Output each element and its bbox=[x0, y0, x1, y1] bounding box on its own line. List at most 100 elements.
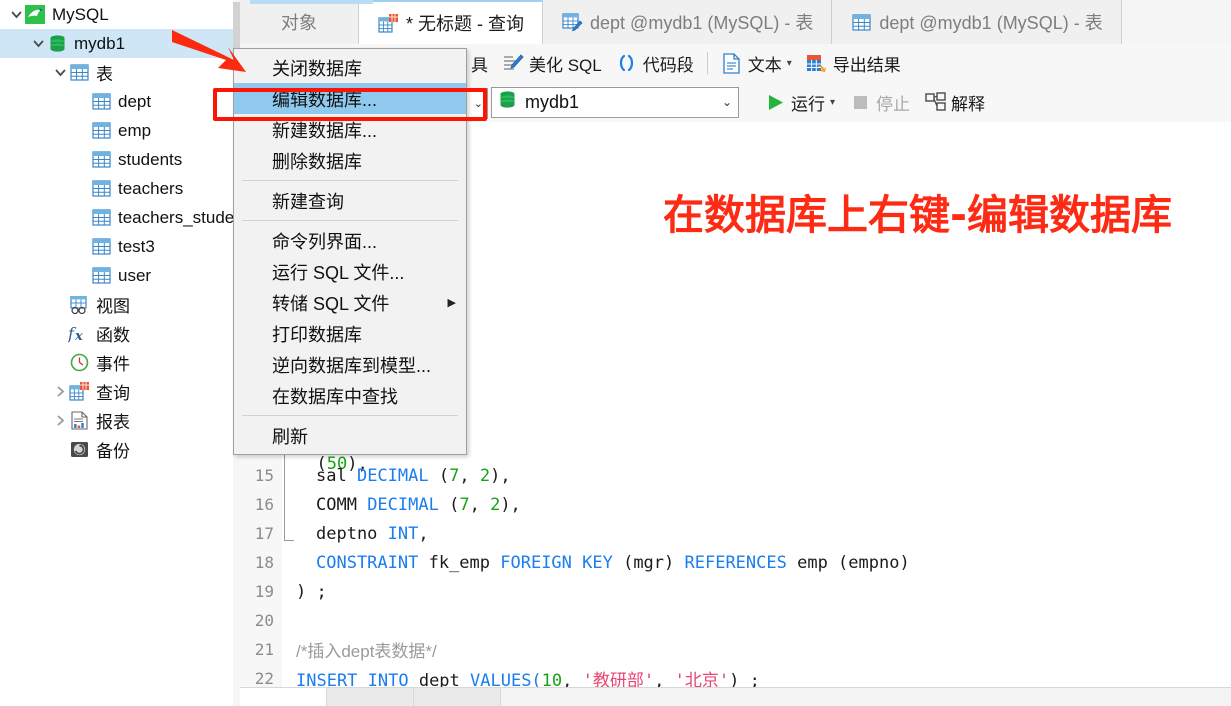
beautify-sql-label: 美化 SQL bbox=[529, 55, 602, 75]
menu-item-5[interactable]: 命令列界面... bbox=[234, 225, 466, 256]
tree-item-test3[interactable]: test3 bbox=[0, 232, 240, 261]
tree-item-MySQL[interactable]: MySQL bbox=[0, 0, 240, 29]
tab-1[interactable]: * 无标题 - 查询 bbox=[359, 0, 544, 44]
export-result-button[interactable]: 导出结果 bbox=[799, 48, 908, 78]
play-triangle-icon bbox=[764, 91, 786, 113]
tab-selection-strip bbox=[250, 0, 373, 4]
menu-item-3[interactable]: 删除数据库 bbox=[234, 145, 466, 176]
code-line[interactable]: 21 /*插入dept表数据*/ bbox=[240, 635, 1231, 664]
chevron-down-icon[interactable] bbox=[52, 65, 68, 81]
code-token: ), bbox=[500, 494, 521, 515]
menu-item-9[interactable]: 逆向数据库到模型... bbox=[234, 349, 466, 380]
explain-button[interactable]: 解释 bbox=[917, 87, 992, 117]
chevron-down-icon[interactable] bbox=[8, 7, 24, 23]
result-tab-strip[interactable] bbox=[240, 687, 1231, 706]
code-line[interactable]: 18 CONSTRAINT fk_emp FOREIGN KEY (mgr) RE… bbox=[240, 548, 1231, 577]
menu-item-label: 转储 SQL 文件 bbox=[272, 293, 390, 314]
document-text-icon bbox=[721, 52, 743, 74]
table-icon bbox=[90, 150, 112, 170]
code-line[interactable]: 22 INSERT INTO dept VALUES(10, '教研部', '北京… bbox=[240, 664, 1231, 688]
line-number: 19 bbox=[254, 582, 274, 601]
query-icon bbox=[377, 13, 399, 33]
chevron-right-icon[interactable] bbox=[52, 384, 68, 400]
tree-item-label: 查询 bbox=[96, 384, 130, 403]
database-select[interactable]: mydb1 ⌄ bbox=[491, 86, 739, 118]
tree-item-备份[interactable]: 备份 bbox=[0, 435, 240, 464]
editor-tab-strip[interactable]: 对象 * 无标题 - 查询 dept @mydb1 (MySQL) - 表 dept … bbox=[240, 0, 1231, 45]
tree-item-teachers[interactable]: teachers bbox=[0, 174, 240, 203]
tree-item-label: 报表 bbox=[96, 413, 130, 432]
menu-item-0[interactable]: 关闭数据库 bbox=[234, 52, 466, 83]
tree-item-视图[interactable]: 视图 bbox=[0, 290, 240, 319]
code-token: , bbox=[459, 465, 480, 486]
tools-button[interactable]: 具 bbox=[464, 48, 495, 78]
code-line[interactable]: 15 sal DECIMAL (7, 2), bbox=[240, 461, 1231, 490]
beautify-sql-button[interactable]: 美化 SQL bbox=[495, 48, 609, 78]
chevron-right-icon[interactable] bbox=[52, 413, 68, 429]
chevron-down-icon[interactable]: ▾ bbox=[787, 58, 792, 69]
menu-item-11[interactable]: 刷新 bbox=[234, 420, 466, 451]
menu-item-8[interactable]: 打印数据库 bbox=[234, 318, 466, 349]
code-line[interactable]: 17 deptno INT, bbox=[240, 519, 1231, 548]
code-token: '教研部' bbox=[582, 671, 655, 688]
result-tab[interactable] bbox=[414, 688, 501, 706]
tree-item-label: 事件 bbox=[96, 355, 130, 374]
menu-item-label: 打印数据库 bbox=[272, 324, 362, 345]
mysql-dolphin-icon bbox=[24, 5, 46, 25]
export-table-icon bbox=[806, 52, 828, 74]
tree-item-user[interactable]: user bbox=[0, 261, 240, 290]
code-token: CONSTRAINT bbox=[316, 552, 429, 573]
menu-item-6[interactable]: 运行 SQL 文件... bbox=[234, 256, 466, 287]
tree-item-dept[interactable]: dept bbox=[0, 87, 240, 116]
code-token: ), bbox=[490, 465, 511, 486]
chevron-down-icon[interactable]: ⌄ bbox=[722, 95, 732, 109]
text-button[interactable]: 文本 ▾ bbox=[714, 48, 799, 78]
tab-2[interactable]: dept @mydb1 (MySQL) - 表 bbox=[543, 0, 833, 44]
code-line[interactable]: 20 bbox=[240, 606, 1231, 635]
svg-text:x: x bbox=[74, 329, 83, 343]
tree-item-teachers_stude[interactable]: teachers_stude bbox=[0, 203, 240, 232]
menu-item-4[interactable]: 新建查询 bbox=[234, 185, 466, 216]
code-line[interactable]: 19) ; bbox=[240, 577, 1231, 606]
tab-3[interactable]: dept @mydb1 (MySQL) - 表 bbox=[832, 0, 1122, 44]
result-tab[interactable] bbox=[327, 688, 414, 706]
table-icon bbox=[90, 92, 112, 112]
tree-item-emp[interactable]: emp bbox=[0, 116, 240, 145]
code-token: DECIMAL bbox=[356, 465, 439, 486]
red-arrow-annotation bbox=[172, 26, 250, 83]
tree-item-函数[interactable]: f x 函数 bbox=[0, 319, 240, 348]
table-icon bbox=[90, 266, 112, 286]
code-text: CONSTRAINT fk_emp FOREIGN KEY (mgr) REFE… bbox=[282, 553, 910, 573]
line-number: 21 bbox=[254, 640, 274, 659]
tree-item-查询[interactable]: 查询 bbox=[0, 377, 240, 406]
code-token: emp (empno) bbox=[797, 552, 910, 573]
code-fold-bracket[interactable] bbox=[284, 440, 294, 541]
code-line[interactable]: 16 COMM DECIMAL (7, 2), bbox=[240, 490, 1231, 519]
code-token: /*插入dept表数据*/ bbox=[296, 642, 437, 661]
menu-item-label: 命令列界面... bbox=[272, 231, 378, 252]
tree-item-报表[interactable]: 报表 bbox=[0, 406, 240, 435]
menu-item-label: 新建查询 bbox=[272, 191, 344, 212]
result-tab[interactable] bbox=[240, 688, 327, 706]
tree-item-label: teachers bbox=[118, 178, 184, 198]
text-label: 文本 bbox=[747, 55, 782, 75]
menu-item-7[interactable]: 转储 SQL 文件 ▶ bbox=[234, 287, 466, 318]
database-icon bbox=[498, 90, 517, 114]
tree-item-事件[interactable]: 事件 bbox=[0, 348, 240, 377]
menu-item-10[interactable]: 在数据库中查找 bbox=[234, 380, 466, 411]
chevron-down-icon[interactable] bbox=[30, 36, 46, 52]
code-token: ( bbox=[449, 494, 460, 515]
beautify-pen-icon bbox=[502, 52, 524, 74]
tab-0[interactable]: 对象 bbox=[240, 0, 359, 44]
menu-separator bbox=[242, 220, 458, 221]
snippet-button[interactable]: 代码段 bbox=[609, 48, 701, 78]
toolbar-divider bbox=[706, 52, 708, 74]
code-token: fk_emp bbox=[428, 552, 501, 573]
run-button[interactable]: 运行 ▾ bbox=[757, 87, 842, 117]
object-tree-sidebar[interactable]: MySQL mydb1 表 dept emp students teachers teache… bbox=[0, 0, 241, 706]
menu-item-label: 逆向数据库到模型... bbox=[272, 355, 432, 376]
tree-item-students[interactable]: students bbox=[0, 145, 240, 174]
chevron-down-icon[interactable]: ▾ bbox=[830, 97, 835, 108]
tree-item-label: emp bbox=[118, 120, 152, 140]
